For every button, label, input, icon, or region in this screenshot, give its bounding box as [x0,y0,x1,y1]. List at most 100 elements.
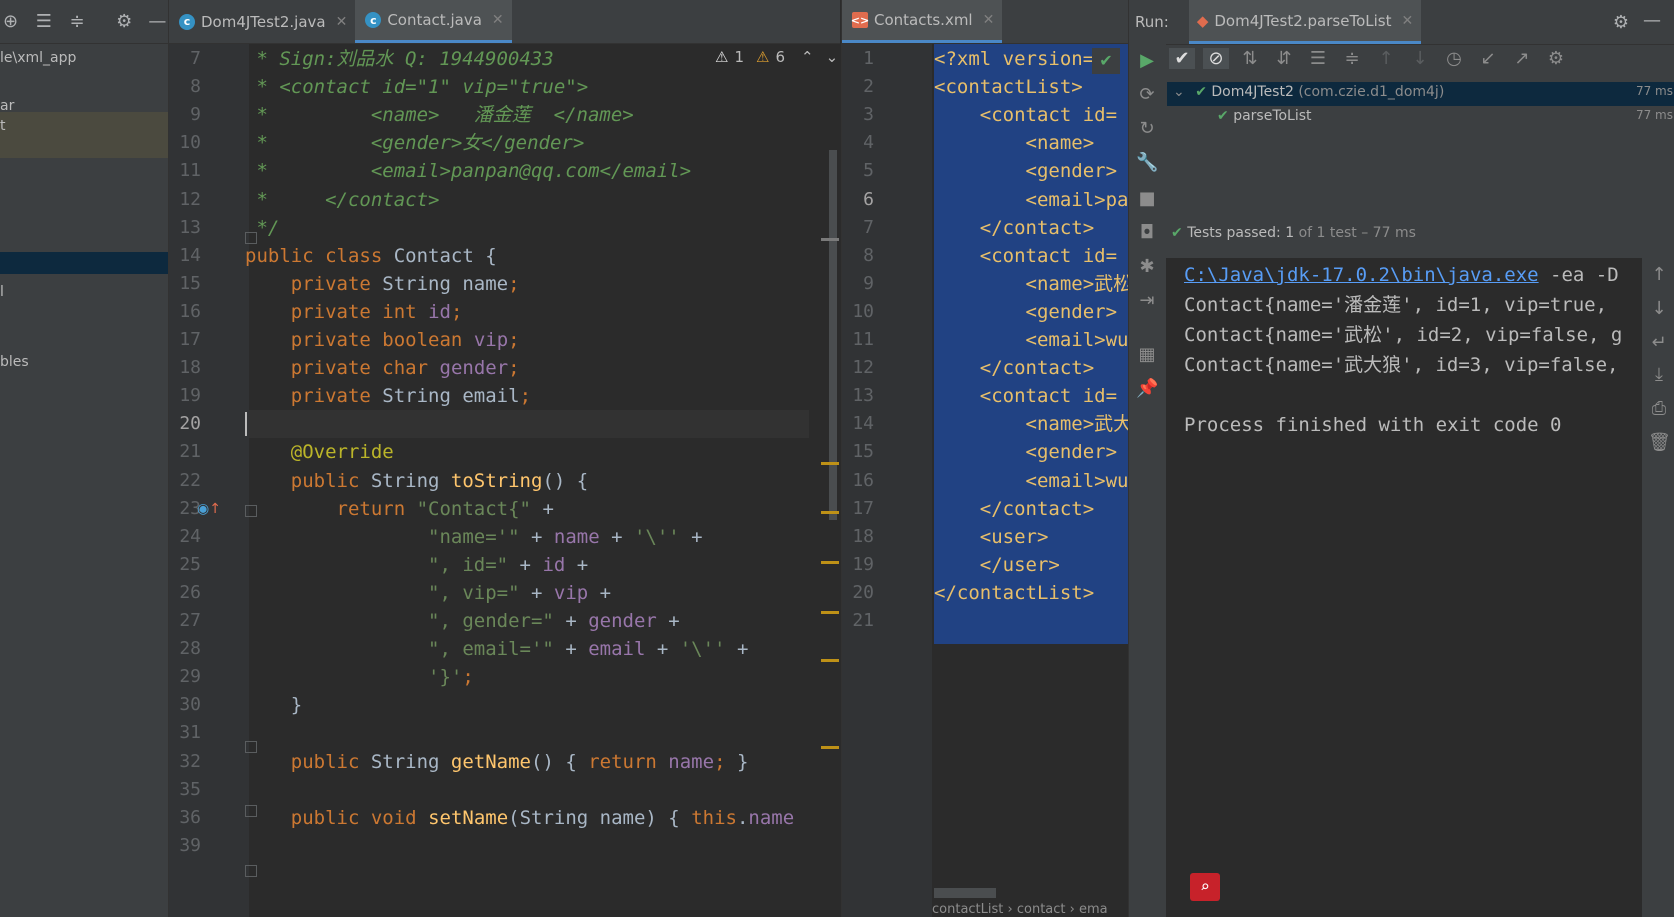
minimize-icon[interactable]: — [1643,10,1661,31]
stripe-mark[interactable] [821,746,839,749]
code-line[interactable]: ", id=" + id + [245,550,588,580]
code-line[interactable]: * <gender>女</gender> [245,128,584,158]
console-output[interactable]: C:\Java\jdk-17.0.2\bin\java.exe -ea -D C… [1166,258,1642,917]
expand-all-icon[interactable]: ☰ [33,11,54,32]
chevron-down-icon[interactable]: ⌄ [1173,84,1185,100]
gear-icon[interactable]: ⚙ [114,11,135,32]
tree-item-selected[interactable] [0,252,168,274]
xml-code-line[interactable]: <user> [934,522,1049,552]
wrench-icon[interactable]: 🔧 [1136,152,1158,174]
close-icon[interactable]: ✕ [983,12,995,28]
h-scrollbar-thumb[interactable] [934,888,996,898]
toggle-auto-test-icon[interactable]: ↻ [1136,118,1158,140]
close-icon[interactable]: ✕ [492,12,504,28]
code-line[interactable]: } [245,690,302,720]
xml-code-line[interactable]: </contact> [934,353,1094,383]
xml-code-line[interactable]: </contact> [934,494,1094,524]
tree-item[interactable]: l [0,278,168,306]
layout-icon[interactable]: ▦ [1136,344,1158,366]
tab-contact[interactable]: c Contact.java ✕ [355,0,512,43]
search-icon[interactable]: ⌕ [1190,873,1220,901]
test-tree-row[interactable]: ⌄ ✔ Dom4JTest2 (com.czie.d1_dom4j) 77 ms [1173,84,1673,100]
expand-all-icon[interactable]: ☰ [1305,48,1331,69]
stripe-mark[interactable] [821,238,839,241]
xml-code-line[interactable]: <gender> [934,156,1118,186]
import-icon[interactable]: ↙ [1475,48,1501,69]
code-line[interactable]: ", email='" + email + '\'' + [245,634,748,664]
code-line[interactable]: * <email>panpan@qq.com</email> [245,156,691,186]
next-failed-icon[interactable]: ↓ [1407,48,1433,69]
rerun-failed-icon[interactable]: ⟳ [1136,84,1158,106]
code-line[interactable]: public String getName() { return name; } [245,747,749,777]
stripe-mark[interactable] [821,511,839,514]
xml-code-line[interactable]: <name>武松 [934,269,1129,299]
xml-code-line[interactable]: <?xml version= [934,44,1094,74]
pin-icon[interactable]: 📌 [1136,378,1158,400]
fold-marker[interactable] [245,232,257,244]
show-passed-icon[interactable]: ✔ [1169,48,1195,69]
chevron-down-icon[interactable]: ⌄ [826,48,839,66]
soft-wrap-icon[interactable]: ↵ [1648,332,1670,354]
stripe-mark[interactable] [821,611,839,614]
close-icon[interactable]: ✕ [336,14,348,30]
minimize-icon[interactable]: — [147,11,168,32]
code-line[interactable]: * Sign:刘品水 Q: 1944900433 [245,44,553,74]
code-line[interactable]: ", vip=" + vip + [245,578,611,608]
code-line[interactable]: private boolean vip; [245,325,520,355]
xml-code-line[interactable]: <name>武大 [934,409,1129,439]
code-line[interactable]: ", gender=" + gender + [245,606,680,636]
tree-item-path[interactable]: le\xml_app [0,44,168,72]
code-line[interactable]: private String email; [245,381,531,411]
stop-icon[interactable]: ■ [1136,188,1158,210]
code-line[interactable]: private String name; [245,269,520,299]
collapse-all-icon[interactable]: ≑ [1339,48,1365,69]
gear-icon[interactable]: ⚙ [1613,12,1629,33]
code-line[interactable]: public class Contact { [245,241,497,271]
camera-icon[interactable]: ◘ [1136,222,1158,244]
tab-dom4jtest2[interactable]: c Dom4JTest2.java ✕ [169,0,355,43]
breadcrumb-item[interactable]: ema [1079,902,1108,917]
export-icon[interactable]: ↗ [1509,48,1535,69]
fold-marker[interactable] [245,805,257,817]
rerun-icon[interactable]: ▶ [1136,50,1158,72]
code-line[interactable]: '}'; [245,662,474,692]
chevron-up-icon[interactable]: ⌃ [801,48,814,66]
arrow-down-icon[interactable]: ↓ [1648,298,1670,320]
inspection-widget[interactable]: ⚠ 1 ⚠ 6 ⌃ ⌄ [715,48,838,66]
xml-code-line[interactable]: </contact> [934,213,1094,243]
breadcrumb-item[interactable]: contact [1017,902,1066,917]
check-icon[interactable]: ✔ [1092,48,1120,74]
breadcrumb-item[interactable]: contactList [932,902,1003,917]
locate-icon[interactable]: ⊕ [0,11,21,32]
xml-code-line[interactable]: <email>wu [934,325,1129,355]
xml-code-line[interactable]: <gender> [934,297,1118,327]
tree-item[interactable]: t [0,112,168,158]
run-tab[interactable]: ◆ Dom4JTest2.parseToList ✕ [1188,0,1422,44]
prev-failed-icon[interactable]: ↑ [1373,48,1399,69]
fold-marker[interactable] [245,865,257,877]
trash-icon[interactable]: 🗑 [1648,432,1671,454]
code-line[interactable]: * </contact> [245,185,439,215]
code-line[interactable]: public String toString() { [245,466,588,496]
xml-code-line[interactable]: </contactList> [934,578,1094,608]
xml-code-line[interactable]: <name> [934,128,1095,158]
xml-code-line[interactable]: <contact id= [934,241,1117,271]
code-line[interactable]: private char gender; [245,353,520,383]
debug-icon[interactable]: ✱ [1136,256,1158,278]
sort-duration-icon[interactable]: ⇵ [1271,48,1297,69]
code-line[interactable]: * <contact id="1" vip="true"> [245,72,588,102]
override-gutter-icon[interactable]: ◉↑ [197,501,221,517]
xml-code-line[interactable]: <email>wu [934,466,1129,496]
scroll-end-icon[interactable]: ⤓ [1648,364,1670,386]
stripe-mark[interactable] [821,462,839,465]
close-icon[interactable]: ✕ [1401,13,1413,29]
show-ignored-icon[interactable]: ⊘ [1203,48,1229,69]
history-icon[interactable]: ◷ [1441,48,1467,69]
code-line[interactable]: "name='" + name + '\'' + [245,522,703,552]
code-line[interactable]: public void setName(String name) { this.… [245,803,794,833]
java-path-link[interactable]: C:\Java\jdk-17.0.2\bin\java.exe [1184,264,1539,286]
print-icon[interactable]: ⎙ [1648,398,1670,420]
xml-code-line[interactable]: <gender> [934,437,1118,467]
fold-marker[interactable] [245,741,257,753]
code-line[interactable]: private int id; [245,297,463,327]
